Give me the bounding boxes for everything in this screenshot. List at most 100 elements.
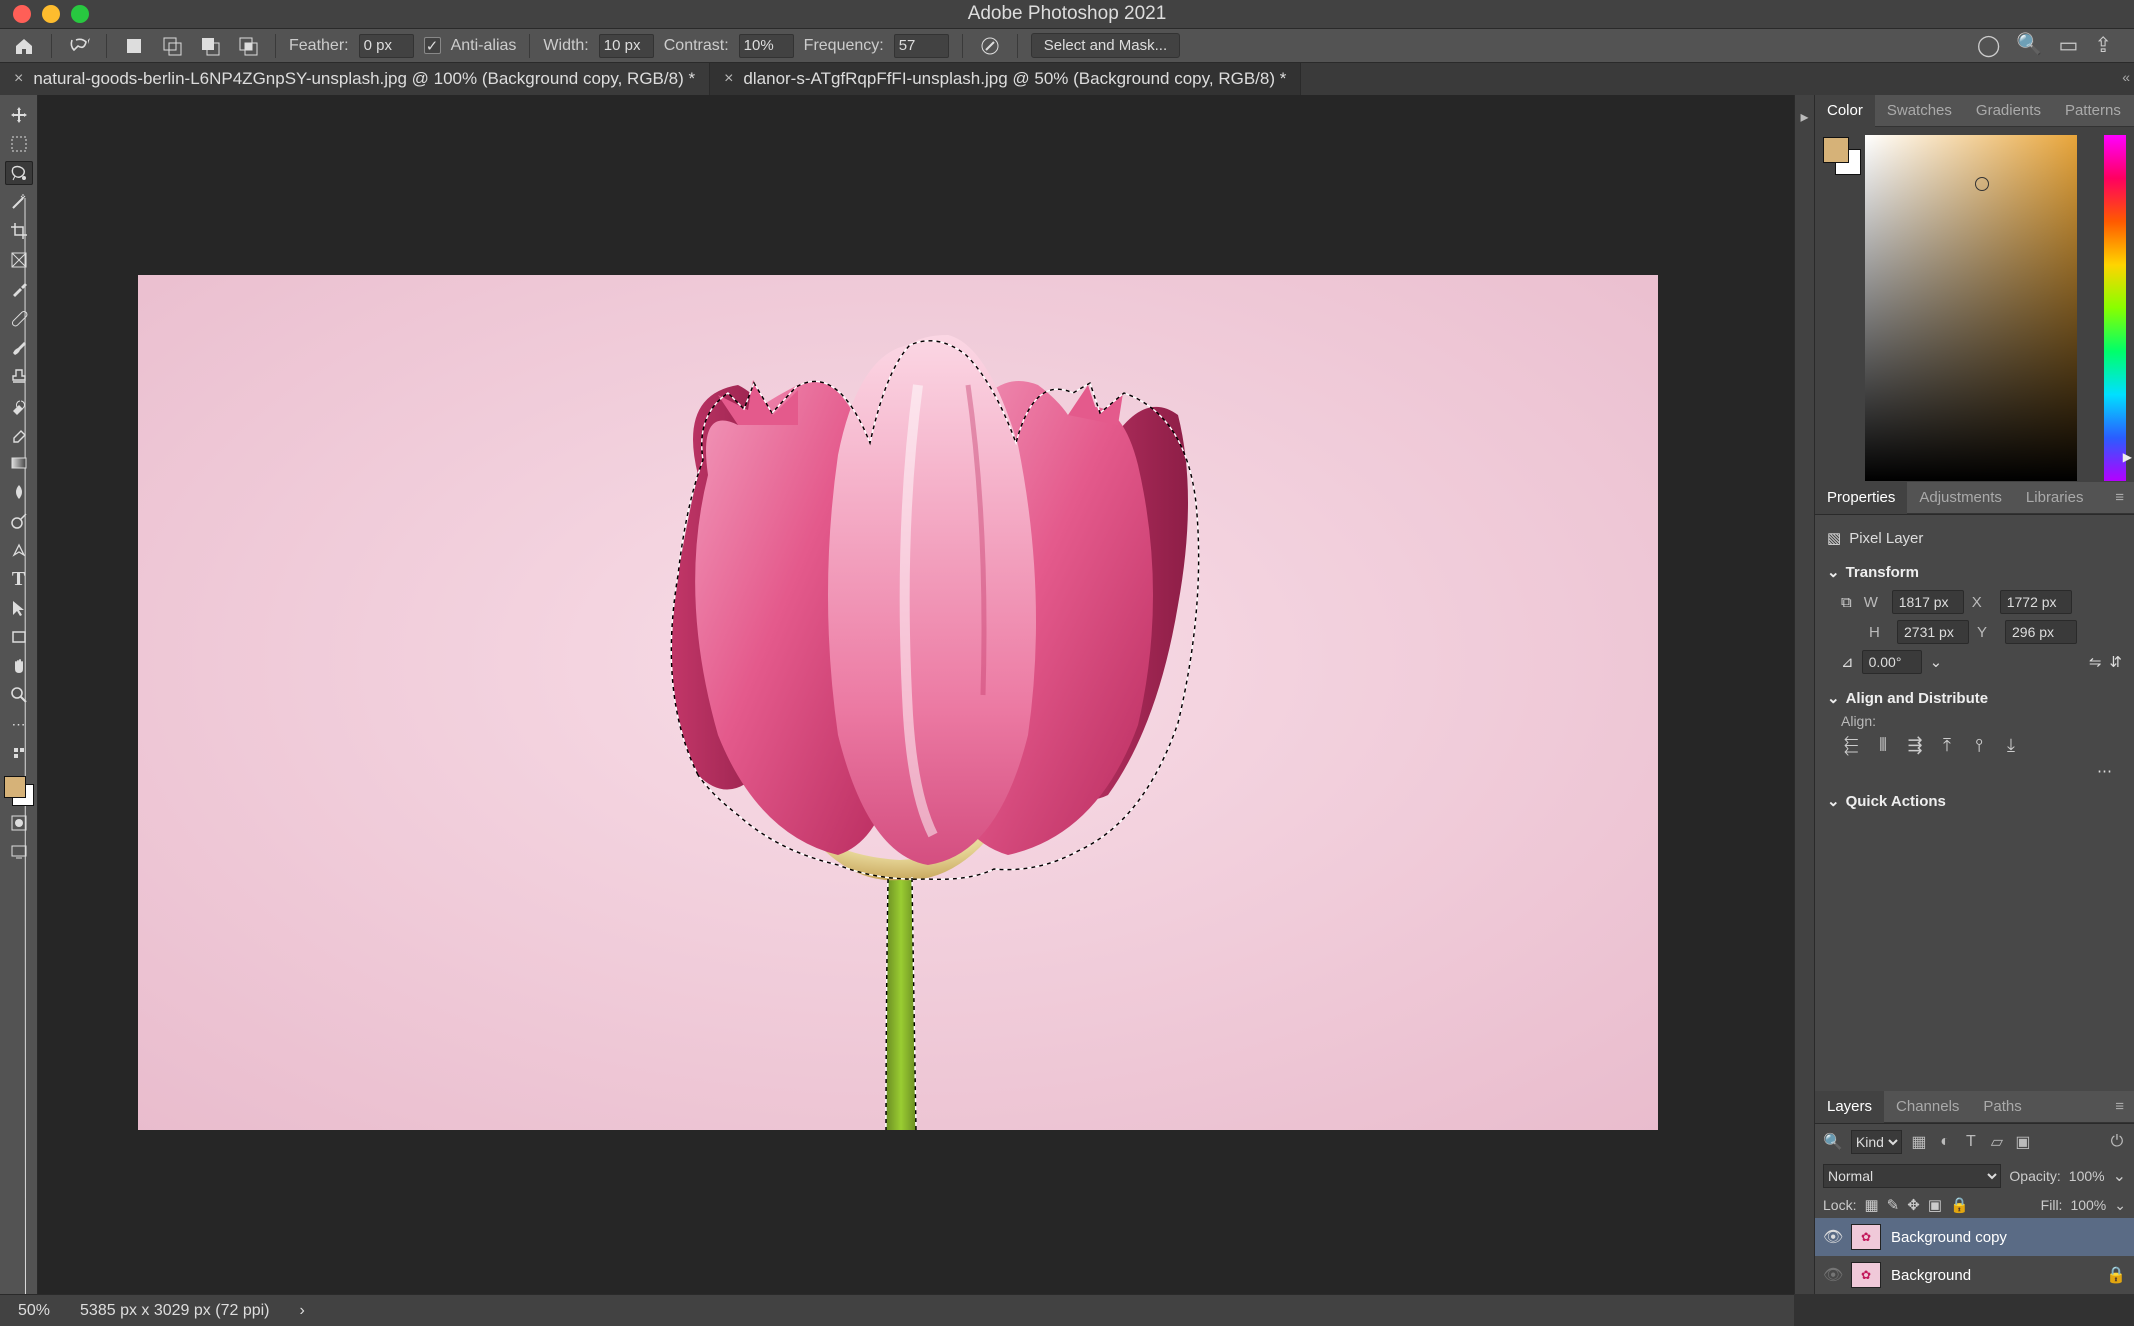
collapse-tabs-icon[interactable]: « xyxy=(2122,69,2130,85)
hand-tool[interactable] xyxy=(5,654,33,678)
clone-tool[interactable] xyxy=(5,364,33,388)
workspace-icon[interactable]: ▭ xyxy=(2059,33,2079,58)
eraser-tool[interactable] xyxy=(5,422,33,446)
canvas-area[interactable] xyxy=(38,95,1794,1294)
filter-type-icon[interactable]: T xyxy=(1962,1133,1980,1151)
flip-vertical-icon[interactable]: ⇵ xyxy=(2109,653,2122,671)
search-icon[interactable]: 🔍 xyxy=(2016,33,2042,58)
pen-pressure-button[interactable] xyxy=(976,32,1004,60)
edit-toolbar-button[interactable] xyxy=(5,741,33,765)
fill-value[interactable]: 100% xyxy=(2070,1197,2106,1213)
dock-collapse-strip[interactable]: ▸ xyxy=(1794,95,1814,1294)
minimize-window-button[interactable] xyxy=(42,5,60,23)
color-picker-ring[interactable] xyxy=(1975,177,1989,191)
lock-transparency-icon[interactable]: ▦ xyxy=(1864,1196,1878,1214)
tab-patterns[interactable]: Patterns xyxy=(2053,95,2133,127)
lasso-tool[interactable] xyxy=(5,161,33,185)
hue-slider[interactable]: ▶ xyxy=(2104,135,2126,481)
frequency-input[interactable] xyxy=(894,34,949,58)
eyedropper-tool[interactable] xyxy=(5,277,33,301)
zoom-tool[interactable] xyxy=(5,683,33,707)
panel-menu-icon[interactable]: ≡ xyxy=(2103,482,2134,514)
filter-adjust-icon[interactable]: ◐ xyxy=(1936,1133,1954,1151)
color-swatches[interactable] xyxy=(4,776,34,806)
crop-tool[interactable] xyxy=(5,219,33,243)
chevron-down-icon[interactable]: ⌄ xyxy=(1827,792,1840,810)
search-icon[interactable]: 🔍 xyxy=(1823,1132,1843,1152)
brush-tool[interactable] xyxy=(5,335,33,359)
move-tool[interactable] xyxy=(5,103,33,127)
align-bottom-icon[interactable]: ⤓ xyxy=(2001,735,2021,756)
filter-shape-icon[interactable]: ▱ xyxy=(1988,1132,2006,1152)
x-field[interactable] xyxy=(2000,590,2072,614)
close-tab-icon[interactable]: × xyxy=(724,70,733,88)
marquee-tool[interactable] xyxy=(5,132,33,156)
new-selection-button[interactable] xyxy=(120,32,148,60)
lock-all-icon[interactable]: 🔒 xyxy=(1950,1196,1969,1214)
quick-mask-button[interactable] xyxy=(5,811,33,835)
flip-horizontal-icon[interactable]: ⇋ xyxy=(2089,653,2102,671)
align-hcenter-icon[interactable]: ⫴ xyxy=(1873,735,1893,756)
tab-color[interactable]: Color xyxy=(1815,95,1875,127)
contrast-input[interactable] xyxy=(739,34,794,58)
intersect-selection-button[interactable] xyxy=(234,32,262,60)
pen-tool[interactable] xyxy=(5,538,33,562)
color-field[interactable] xyxy=(1865,135,2077,481)
blur-tool[interactable] xyxy=(5,480,33,504)
align-right-icon[interactable]: ⇶ xyxy=(1905,735,1925,756)
tab-properties[interactable]: Properties xyxy=(1815,482,1907,514)
feather-input[interactable] xyxy=(359,34,414,58)
align-top-icon[interactable]: ⤒ xyxy=(1937,735,1957,756)
angle-field[interactable] xyxy=(1862,650,1922,674)
screen-mode-button[interactable] xyxy=(5,840,33,864)
share-icon[interactable]: ⇪ xyxy=(2094,33,2112,58)
type-tool[interactable]: T xyxy=(5,567,33,591)
filter-toggle-icon[interactable]: ⏻ xyxy=(2108,1133,2126,1151)
foreground-swatch[interactable] xyxy=(4,776,26,798)
visibility-icon[interactable]: 👁 xyxy=(1823,1227,1841,1247)
tab-channels[interactable]: Channels xyxy=(1884,1091,1971,1123)
shape-tool[interactable] xyxy=(5,625,33,649)
tab-gradients[interactable]: Gradients xyxy=(1964,95,2053,127)
blend-mode-select[interactable]: Normal xyxy=(1823,1164,2001,1188)
document-tab[interactable]: × dlanor-s-ATgfRqpFfFI-unsplash.jpg @ 50… xyxy=(710,63,1301,95)
dodge-tool[interactable] xyxy=(5,509,33,533)
tool-preset-button[interactable] xyxy=(65,32,93,60)
maximize-window-button[interactable] xyxy=(71,5,89,23)
layer-thumbnail[interactable]: ✿ xyxy=(1851,1224,1881,1250)
layer-row[interactable]: 👁 ✿ Background 🔒 xyxy=(1815,1256,2134,1294)
filter-smart-icon[interactable]: ▣ xyxy=(2014,1132,2032,1152)
lock-paint-icon[interactable]: ✎ xyxy=(1887,1196,1900,1214)
opacity-value[interactable]: 100% xyxy=(2069,1168,2105,1184)
height-field[interactable] xyxy=(1897,620,1969,644)
align-vcenter-icon[interactable]: ⫯ xyxy=(1969,735,1989,756)
tab-paths[interactable]: Paths xyxy=(1971,1091,2033,1123)
filter-kind-select[interactable]: Kind xyxy=(1851,1130,1902,1154)
close-tab-icon[interactable]: × xyxy=(14,70,23,88)
opacity-dropdown-icon[interactable]: ⌄ xyxy=(2113,1166,2126,1186)
y-field[interactable] xyxy=(2005,620,2077,644)
width-input[interactable] xyxy=(599,34,654,58)
tab-swatches[interactable]: Swatches xyxy=(1875,95,1964,127)
subtract-selection-button[interactable] xyxy=(196,32,224,60)
tab-libraries[interactable]: Libraries xyxy=(2014,482,2096,514)
magic-wand-tool[interactable] xyxy=(5,190,33,214)
tab-adjustments[interactable]: Adjustments xyxy=(1907,482,2014,514)
link-wh-icon[interactable]: ⧉ xyxy=(1841,594,1852,611)
document-tab[interactable]: × natural-goods-berlin-L6NP4ZGnpSY-unspl… xyxy=(0,63,710,95)
visibility-icon[interactable]: 👁 xyxy=(1823,1265,1841,1285)
close-window-button[interactable] xyxy=(13,5,31,23)
cloud-docs-icon[interactable]: ◯ xyxy=(1977,33,2001,58)
lock-position-icon[interactable]: ✥ xyxy=(1907,1196,1920,1214)
frame-tool[interactable] xyxy=(5,248,33,272)
layer-name[interactable]: Background xyxy=(1891,1267,1971,1284)
status-chevron-icon[interactable]: › xyxy=(300,1302,305,1320)
path-select-tool[interactable] xyxy=(5,596,33,620)
history-brush-tool[interactable] xyxy=(5,393,33,417)
layer-row[interactable]: 👁 ✿ Background copy xyxy=(1815,1218,2134,1256)
angle-dropdown-icon[interactable]: ⌄ xyxy=(1930,653,1943,671)
zoom-level[interactable]: 50% xyxy=(18,1302,50,1320)
antialias-checkbox[interactable]: ✓ xyxy=(424,37,441,54)
document-info[interactable]: 5385 px x 3029 px (72 ppi) xyxy=(80,1302,269,1320)
lock-artboard-icon[interactable]: ▣ xyxy=(1928,1196,1942,1214)
